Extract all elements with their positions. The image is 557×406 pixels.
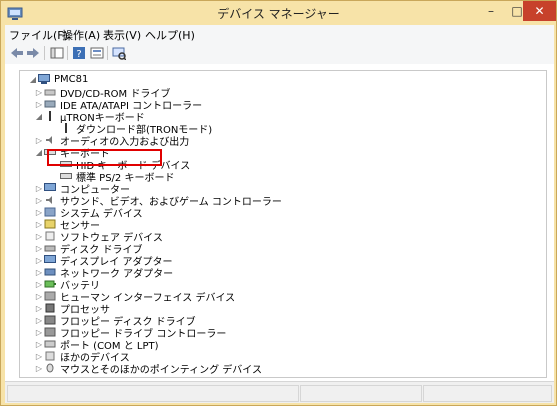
network-adapter-icon — [44, 267, 56, 277]
battery-icon — [44, 279, 56, 289]
tree-item[interactable]: ▷ ネットワーク アダプター — [34, 266, 173, 280]
expand-arrow-icon[interactable]: ▷ — [34, 88, 44, 97]
svg-text:?: ? — [76, 49, 81, 60]
hid-icon — [44, 291, 56, 301]
content-area: ◢ PMC81 ▷ DVD/CD-ROM ドライブ ▷ IDE ATA/ATAP… — [5, 64, 554, 381]
tree-item[interactable]: ▷ オーディオの入力および出力 — [34, 134, 189, 148]
expand-arrow-icon[interactable]: ▷ — [34, 100, 44, 109]
display-adapter-icon — [44, 255, 56, 265]
sound-icon — [44, 195, 56, 205]
tree-root[interactable]: ◢ PMC81 — [28, 73, 88, 85]
menu-help[interactable]: ヘルプ(H) — [145, 27, 195, 43]
software-device-icon — [44, 231, 56, 241]
collapse-arrow-icon[interactable]: ◢ — [28, 75, 38, 84]
expand-arrow-icon[interactable]: ▷ — [34, 340, 44, 349]
floppy-disk-icon — [44, 315, 56, 325]
menu-bar: ファイル(F) 操作(A) 表示(V) ヘルプ(H) — [5, 25, 554, 44]
expand-arrow-icon[interactable]: ▷ — [34, 244, 44, 253]
expand-arrow-icon[interactable]: ▷ — [34, 268, 44, 277]
speaker-icon — [44, 135, 56, 145]
status-panel — [423, 385, 552, 402]
toolbar-separator — [67, 46, 68, 60]
tree-root-label: PMC81 — [54, 73, 89, 85]
toolbar-separator — [44, 46, 45, 60]
status-panel — [300, 385, 422, 402]
back-icon[interactable] — [9, 45, 25, 61]
expand-arrow-icon[interactable]: ▷ — [34, 328, 44, 337]
expand-arrow-icon[interactable]: ▷ — [34, 280, 44, 289]
tree-item-label: マウスとそのほかのポインティング デバイス — [60, 364, 262, 376]
forward-icon[interactable] — [25, 45, 41, 61]
close-button[interactable]: ✕ — [523, 1, 556, 21]
highlight-box — [47, 149, 162, 166]
collapse-arrow-icon[interactable]: ◢ — [34, 148, 44, 157]
ide-controller-icon — [44, 99, 56, 109]
status-bar — [5, 381, 554, 403]
status-panel — [7, 385, 299, 402]
menu-file[interactable]: ファイル(F) — [9, 27, 68, 43]
disk-drive-icon — [44, 243, 56, 253]
expand-arrow-icon[interactable]: ▷ — [34, 136, 44, 145]
minimize-button[interactable]: – — [478, 1, 504, 21]
usb-device-icon — [44, 111, 56, 121]
toolbar: ? — [5, 43, 554, 65]
tree-item[interactable]: ▷ マウスとそのほかのポインティング デバイス — [34, 362, 262, 376]
floppy-controller-icon — [44, 327, 56, 337]
menu-action[interactable]: 操作(A) — [62, 27, 100, 43]
port-icon — [44, 339, 56, 349]
usb-device-icon — [60, 123, 72, 133]
help-icon[interactable]: ? — [71, 45, 87, 61]
device-manager-window: デバイス マネージャー – □ ✕ ファイル(F) 操作(A) 表示(V) ヘル… — [0, 0, 557, 406]
window-title: デバイス マネージャー — [217, 7, 340, 21]
menu-view[interactable]: 表示(V) — [103, 27, 141, 43]
expand-arrow-icon[interactable]: ▷ — [34, 304, 44, 313]
expand-arrow-icon[interactable]: ▷ — [34, 208, 44, 217]
expand-arrow-icon[interactable]: ▷ — [34, 232, 44, 241]
properties-icon[interactable] — [89, 45, 105, 61]
scan-hardware-icon[interactable] — [111, 45, 127, 61]
expand-arrow-icon[interactable]: ▷ — [34, 256, 44, 265]
device-tree: ◢ PMC81 ▷ DVD/CD-ROM ドライブ ▷ IDE ATA/ATAP… — [19, 70, 547, 378]
show-hide-console-tree-icon[interactable] — [49, 45, 65, 61]
expand-arrow-icon[interactable]: ▷ — [34, 196, 44, 205]
expand-arrow-icon[interactable]: ▷ — [34, 184, 44, 193]
sensor-icon — [44, 219, 56, 229]
toolbar-separator — [107, 46, 108, 60]
system-device-icon — [44, 207, 56, 217]
title-bar: デバイス マネージャー – □ ✕ — [1, 1, 556, 25]
mouse-icon — [44, 363, 56, 373]
collapse-arrow-icon[interactable]: ◢ — [34, 112, 44, 121]
dvd-drive-icon — [44, 87, 56, 97]
computer-icon — [44, 183, 56, 193]
other-devices-icon — [44, 351, 56, 361]
processor-icon — [44, 303, 56, 313]
expand-arrow-icon[interactable]: ▷ — [34, 316, 44, 325]
expand-arrow-icon[interactable]: ▷ — [34, 364, 44, 373]
expand-arrow-icon[interactable]: ▷ — [34, 220, 44, 229]
expand-arrow-icon[interactable]: ▷ — [34, 292, 44, 301]
expand-arrow-icon[interactable]: ▷ — [34, 352, 44, 361]
keyboard-icon — [60, 171, 72, 181]
computer-icon — [38, 74, 50, 84]
